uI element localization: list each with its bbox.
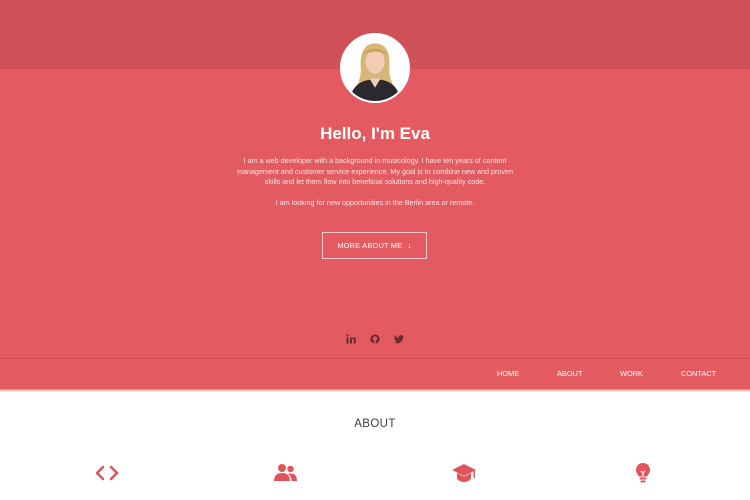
nav-work[interactable]: WORK: [620, 369, 643, 378]
linkedin-icon[interactable]: [346, 334, 356, 344]
intro-paragraph-experience: I am a web developer with a background i…: [236, 156, 514, 187]
hero-greeting: Hello, I'm Eva: [320, 124, 430, 143]
graduation-cap-icon: [451, 462, 477, 484]
avatar: [340, 33, 410, 103]
lightbulb-icon: [630, 462, 656, 484]
social-links: [0, 334, 750, 344]
arrow-down-icon: ↓: [407, 241, 412, 250]
about-section-title: ABOUT: [354, 418, 396, 430]
hero-intro: I am a web developer with a background i…: [232, 156, 518, 208]
twitter-icon[interactable]: [394, 334, 404, 344]
github-icon[interactable]: [370, 334, 380, 344]
code-icon: [94, 462, 120, 484]
nav-home[interactable]: HOME: [497, 369, 519, 378]
nav-about[interactable]: ABOUT: [557, 369, 582, 378]
nav-contact[interactable]: CONTACT: [681, 369, 716, 378]
intro-paragraph-location: I am looking for new opportunities in th…: [275, 197, 475, 207]
users-icon: [272, 462, 298, 484]
more-about-me-label: MORE ABOUT ME: [337, 241, 403, 250]
nav-shadow: [0, 389, 750, 392]
more-about-me-button[interactable]: MORE ABOUT ME ↓: [322, 232, 427, 259]
main-nav: HOME ABOUT WORK CONTACT: [0, 360, 750, 390]
nav-divider: [0, 358, 750, 359]
